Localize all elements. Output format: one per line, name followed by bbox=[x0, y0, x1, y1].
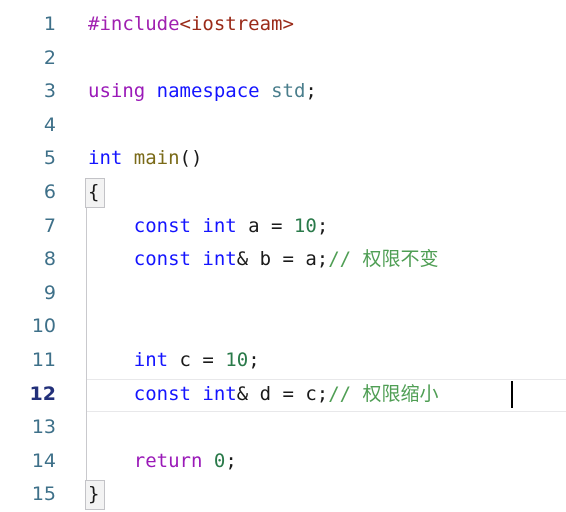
code-line-14[interactable]: 14 return 0; bbox=[0, 445, 566, 479]
code-line-7[interactable]: 7 const int a = 10; bbox=[0, 210, 566, 244]
token: int bbox=[88, 147, 123, 170]
code-text-line-11[interactable]: int c = 10; bbox=[88, 344, 566, 378]
token: const int bbox=[133, 214, 237, 237]
code-line-11[interactable]: 11 int c = 10; bbox=[0, 344, 566, 378]
line-number-13: 13 bbox=[31, 416, 56, 439]
code-line-6[interactable]: 6{ bbox=[0, 176, 566, 210]
code-text-line-3[interactable]: using namespace std; bbox=[88, 75, 566, 109]
token: int bbox=[133, 349, 169, 371]
code-line-10[interactable]: 10 bbox=[0, 310, 566, 344]
code-line-13[interactable]: 13 bbox=[0, 411, 566, 445]
code-text-line-8[interactable]: const int& b = a;// 权限不变 bbox=[88, 243, 566, 277]
line-number-8: 8 bbox=[43, 248, 56, 271]
token: } bbox=[88, 483, 100, 506]
token: // 权限不变 bbox=[328, 248, 439, 271]
token: using bbox=[88, 80, 146, 103]
token: ; bbox=[316, 214, 329, 237]
line-number-14: 14 bbox=[31, 449, 56, 472]
text-caret bbox=[511, 380, 513, 409]
line-number-5: 5 bbox=[43, 147, 56, 170]
token: & b = a; bbox=[236, 248, 329, 271]
code-text-line-7[interactable]: const int a = 10; bbox=[88, 210, 566, 244]
line-number-9: 9 bbox=[43, 281, 56, 304]
token: 10 bbox=[293, 214, 317, 237]
token: c = bbox=[168, 349, 226, 371]
line-number-4: 4 bbox=[43, 113, 56, 136]
code-line-5[interactable]: 5 int main() bbox=[0, 142, 566, 176]
token: #include bbox=[88, 13, 180, 35]
code-text-line-15[interactable]: } bbox=[88, 478, 566, 512]
code-text-line-1[interactable]: #include<iostream> bbox=[88, 8, 566, 42]
token: // 权限缩小 bbox=[328, 382, 439, 405]
token: namespace bbox=[156, 80, 260, 103]
line-number-11: 11 bbox=[31, 349, 56, 371]
token: & d = c; bbox=[236, 382, 329, 405]
token: 0 bbox=[213, 449, 226, 472]
token: ; bbox=[225, 449, 237, 472]
token: const int bbox=[133, 248, 237, 271]
code-line-12[interactable]: 12 const int& d = c;// 权限缩小 bbox=[0, 378, 566, 412]
code-line-9[interactable]: 9 bbox=[0, 277, 566, 311]
token: () bbox=[179, 147, 203, 170]
code-line-3[interactable]: 3 using namespace std; bbox=[0, 75, 566, 109]
token: <iostream> bbox=[179, 13, 294, 35]
line-number-15: 15 bbox=[31, 483, 56, 506]
code-editor[interactable]: 1 #include<iostream> 2 3 using namespace std… bbox=[0, 0, 566, 512]
line-number-3: 3 bbox=[43, 80, 56, 103]
code-text-line-6[interactable]: { bbox=[88, 176, 566, 210]
token: main bbox=[133, 147, 180, 170]
code-line-1[interactable]: 1 #include<iostream> bbox=[0, 8, 566, 42]
token: a = bbox=[236, 214, 294, 237]
line-number-1: 1 bbox=[43, 13, 56, 35]
line-number-10: 10 bbox=[31, 315, 56, 338]
token: ; bbox=[305, 80, 317, 103]
line-number-6: 6 bbox=[43, 181, 56, 203]
code-line-8[interactable]: 8 const int& b = a;// 权限不变 bbox=[0, 243, 566, 277]
token: { bbox=[88, 181, 100, 203]
token: std bbox=[271, 80, 306, 103]
code-line-2[interactable]: 2 bbox=[0, 42, 566, 76]
code-line-15[interactable]: 15} bbox=[0, 478, 566, 512]
line-number-12: 12 bbox=[29, 382, 56, 405]
code-text-line-12[interactable]: const int& d = c;// 权限缩小 bbox=[88, 378, 566, 412]
code-line-4[interactable]: 4 bbox=[0, 109, 566, 143]
token: 10 bbox=[225, 349, 249, 371]
token: ; bbox=[248, 349, 260, 371]
code-text-line-14[interactable]: return 0; bbox=[88, 445, 566, 479]
line-number-7: 7 bbox=[43, 214, 56, 237]
token: const int bbox=[133, 382, 237, 405]
token: return bbox=[133, 449, 203, 472]
code-text-line-5[interactable]: int main() bbox=[88, 142, 566, 176]
line-number-2: 2 bbox=[43, 46, 56, 69]
